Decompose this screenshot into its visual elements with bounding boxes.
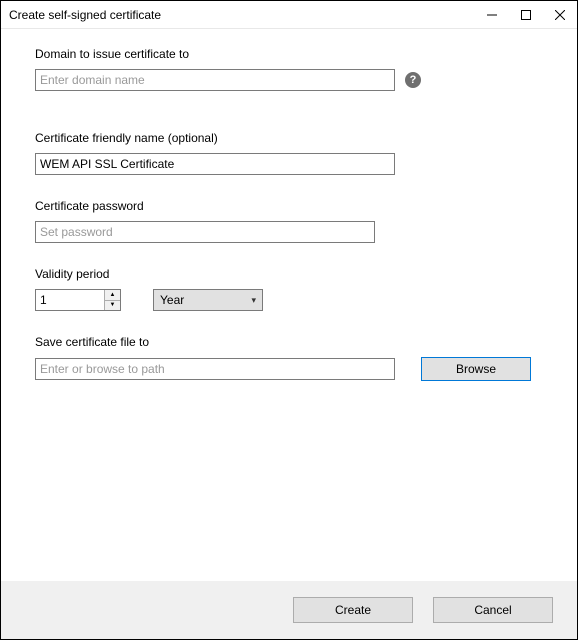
minimize-icon xyxy=(487,10,497,20)
create-button[interactable]: Create xyxy=(293,597,413,623)
minimize-button[interactable] xyxy=(475,1,509,29)
spinner-down-icon[interactable]: ▼ xyxy=(105,301,120,311)
chevron-down-icon: ▾ xyxy=(251,295,256,306)
domain-input[interactable] xyxy=(35,69,395,91)
friendly-name-label: Certificate friendly name (optional) xyxy=(35,131,543,145)
help-icon[interactable]: ? xyxy=(405,72,421,88)
dialog-body: Domain to issue certificate to ? Certifi… xyxy=(1,29,577,581)
dialog-footer: Create Cancel xyxy=(1,581,577,639)
friendly-name-input[interactable] xyxy=(35,153,395,175)
cancel-button[interactable]: Cancel xyxy=(433,597,553,623)
password-label: Certificate password xyxy=(35,199,543,213)
save-path-input[interactable] xyxy=(35,358,395,380)
validity-unit-select[interactable]: Year ▾ xyxy=(153,289,263,311)
close-button[interactable] xyxy=(543,1,577,29)
browse-button[interactable]: Browse xyxy=(421,357,531,381)
maximize-button[interactable] xyxy=(509,1,543,29)
validity-number-stepper[interactable]: ▲ ▼ xyxy=(35,289,121,311)
password-input[interactable] xyxy=(35,221,375,243)
maximize-icon xyxy=(521,10,531,20)
title-bar: Create self-signed certificate xyxy=(1,1,577,29)
domain-label: Domain to issue certificate to xyxy=(35,47,543,61)
save-path-label: Save certificate file to xyxy=(35,335,543,349)
validity-unit-value: Year xyxy=(160,293,184,307)
close-icon xyxy=(555,10,565,20)
validity-label: Validity period xyxy=(35,267,543,281)
window-title: Create self-signed certificate xyxy=(9,8,475,22)
spinner-up-icon[interactable]: ▲ xyxy=(105,290,120,301)
